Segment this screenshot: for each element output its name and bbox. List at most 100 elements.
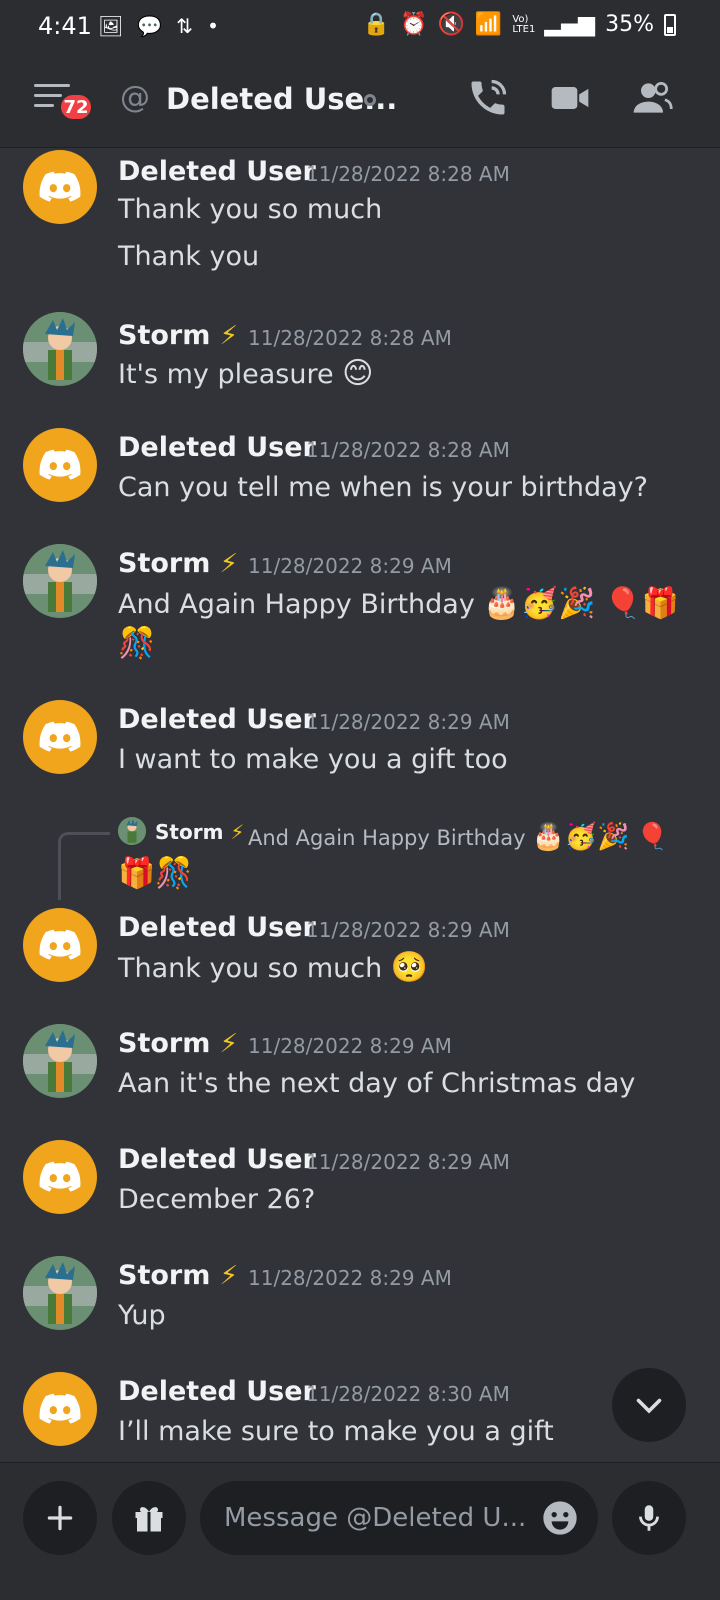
message-text: Yup <box>118 1300 166 1331</box>
discord-avatar[interactable] <box>23 428 97 502</box>
wifi-icon: 📶 <box>474 12 503 37</box>
partying-face-emoji-icon: 🥳 <box>564 822 597 852</box>
offline-status-icon <box>364 94 376 106</box>
battery-icon <box>664 13 676 36</box>
voice-message-button[interactable] <box>612 1481 686 1555</box>
message-text: Thank you so much <box>118 194 383 225</box>
birthday-cake-emoji-icon: 🎂 <box>532 822 565 852</box>
author-name[interactable]: Deleted User <box>118 1376 316 1407</box>
author-name[interactable]: Deleted User <box>118 156 316 187</box>
party-popper-emoji-icon: 🎉 <box>596 822 630 852</box>
video-call-icon[interactable] <box>548 76 592 120</box>
microphone-icon <box>639 1505 659 1531</box>
balloon-emoji-icon: 🎈 <box>604 586 642 621</box>
network-label: Vo) LTE1 <box>512 13 536 35</box>
author-name[interactable]: Deleted User <box>118 704 316 735</box>
message-text: Aan it's the next day of Christmas day <box>118 1068 636 1099</box>
author-name[interactable]: Storm ⚡ <box>118 320 238 351</box>
alarm-icon: ⏰ <box>400 12 428 37</box>
reply-text-continued: 🎁🎊 <box>118 856 193 891</box>
message-text: I’ll make sure to make you a gift <box>118 1416 554 1447</box>
timestamp: 11/28/2022 8:28 AM <box>306 162 510 186</box>
chat-icon: 💬 <box>137 14 163 38</box>
discord-avatar[interactable] <box>23 908 97 982</box>
gift-emoji-icon: 🎁 <box>118 856 156 891</box>
attach-button[interactable] <box>23 1481 97 1555</box>
discord-avatar[interactable] <box>23 1140 97 1214</box>
reply-connector <box>58 832 110 900</box>
clock: 4:41 <box>38 12 92 40</box>
plus-icon <box>47 1505 73 1531</box>
channel-header: 72 @ Deleted Use... <box>0 52 720 148</box>
author-name[interactable]: Deleted User <box>118 1144 316 1175</box>
message-input-container <box>200 1481 598 1555</box>
lightning-emoji-icon: ⚡ <box>219 321 239 351</box>
timestamp: 11/28/2022 8:28 AM <box>248 326 452 350</box>
smiley-icon <box>543 1501 577 1535</box>
storm-avatar[interactable] <box>23 1024 97 1098</box>
message-text: Thank you <box>118 241 260 272</box>
battery-level: 35% <box>605 12 654 37</box>
unread-badge: 72 <box>58 92 94 122</box>
discord-avatar[interactable] <box>23 700 97 774</box>
timestamp: 11/28/2022 8:29 AM <box>306 918 510 942</box>
lock-icon: 🔒 <box>362 12 391 37</box>
dot-icon: • <box>207 14 219 38</box>
message-text: Thank you so much 🥺 <box>118 950 429 985</box>
author-name[interactable]: Storm ⚡ <box>118 548 238 579</box>
chevron-down-icon <box>636 1398 662 1414</box>
status-bar: 4:41 🖼 💬 ⇅ • 🔒 ⏰ 🔇 📶 Vo) LTE1 ▂▄▆ 35% <box>0 0 720 52</box>
message-text: Can you tell me when is your birthday? <box>118 472 648 503</box>
timestamp: 11/28/2022 8:29 AM <box>306 710 510 734</box>
signal-icon: ▂▄▆ <box>544 12 596 37</box>
lightning-emoji-icon: ⚡ <box>219 1029 239 1059</box>
reply-avatar <box>118 817 146 845</box>
message-text: December 26? <box>118 1184 316 1215</box>
message-text: And Again Happy Birthday 🎂🥳🎉 🎈🎁 <box>118 586 679 621</box>
voice-call-icon[interactable] <box>466 76 510 120</box>
storm-avatar[interactable] <box>23 1256 97 1330</box>
author-name[interactable]: Deleted User <box>118 912 316 943</box>
author-name[interactable]: Deleted User <box>118 432 316 463</box>
emoji-picker-button[interactable] <box>540 1498 580 1538</box>
reply-author[interactable]: Storm ⚡ <box>155 820 244 844</box>
reply-text[interactable]: And Again Happy Birthday 🎂🥳🎉 🎈 <box>248 822 668 852</box>
balloon-emoji-icon: 🎈 <box>636 822 669 852</box>
mute-icon: 🔇 <box>437 12 465 37</box>
timestamp: 11/28/2022 8:29 AM <box>306 1150 510 1174</box>
dm-title[interactable]: Deleted Use... <box>166 82 397 116</box>
message-text: I want to make you a gift too <box>118 744 508 775</box>
timestamp: 11/28/2022 8:28 AM <box>306 438 510 462</box>
birthday-cake-emoji-icon: 🎂 <box>483 586 521 621</box>
timestamp: 11/28/2022 8:29 AM <box>248 1034 452 1058</box>
pleading-face-emoji-icon: 🥺 <box>390 950 429 985</box>
data-transfer-icon: ⇅ <box>176 14 194 38</box>
timestamp: 11/28/2022 8:29 AM <box>248 554 452 578</box>
confetti-ball-emoji-icon: 🎊 <box>118 626 156 661</box>
storm-avatar[interactable] <box>23 312 97 386</box>
partying-face-emoji-icon: 🥳 <box>520 586 559 621</box>
message-composer <box>0 1462 720 1600</box>
smiling-face-emoji-icon: 😊 <box>342 356 374 391</box>
message-text: It's my pleasure 😊 <box>118 356 374 391</box>
confetti-ball-emoji-icon: 🎊 <box>155 856 193 891</box>
discord-avatar[interactable] <box>23 150 97 224</box>
message-input[interactable] <box>224 1481 524 1555</box>
storm-avatar[interactable] <box>23 544 97 618</box>
party-popper-emoji-icon: 🎉 <box>558 586 596 621</box>
lightning-emoji-icon: ⚡ <box>230 820 245 844</box>
lightning-emoji-icon: ⚡ <box>219 549 239 579</box>
author-name[interactable]: Storm ⚡ <box>118 1028 238 1059</box>
members-icon[interactable] <box>630 76 674 120</box>
timestamp: 11/28/2022 8:29 AM <box>248 1266 452 1290</box>
gift-emoji-icon: 🎁 <box>641 586 679 621</box>
discord-avatar[interactable] <box>23 1372 97 1446</box>
gift-icon <box>135 1507 163 1532</box>
gallery-icon: 🖼 <box>98 14 124 38</box>
gift-button[interactable] <box>112 1481 186 1555</box>
author-name[interactable]: Storm ⚡ <box>118 1260 238 1291</box>
lightning-emoji-icon: ⚡ <box>219 1261 239 1291</box>
jump-to-latest-button[interactable] <box>612 1368 686 1442</box>
at-icon: @ <box>120 80 150 115</box>
timestamp: 11/28/2022 8:30 AM <box>306 1382 510 1406</box>
